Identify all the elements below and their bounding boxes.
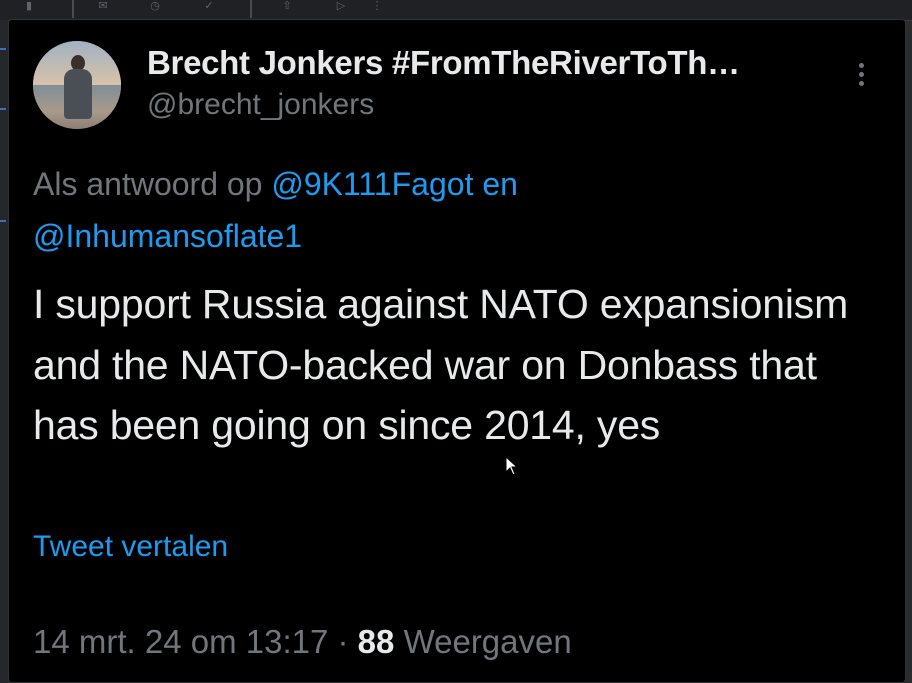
user-handle[interactable]: @brecht_jonkers xyxy=(147,88,374,122)
background-app-toolbar: ▮ ✉ ◷ ✓ ⇧ ▷ ⋮ xyxy=(0,0,912,21)
trash-icon: ▮ xyxy=(25,0,33,12)
screenshot-frame: ▮ ✉ ◷ ✓ ⇧ ▷ ⋮ Brecht Jonkers #FromTheRiv… xyxy=(0,0,912,683)
tweet-card[interactable]: Brecht Jonkers #FromTheRiverToTh… @brech… xyxy=(8,19,906,683)
mouse-pointer-icon xyxy=(505,456,519,476)
task-add-icon: ✓ xyxy=(204,0,214,12)
view-label: Weergaven xyxy=(403,623,572,660)
tweet-timestamp[interactable]: 14 mrt. 24 om 13:17 xyxy=(33,623,328,660)
reply-mention-link[interactable]: @9K111Fagot xyxy=(271,166,473,202)
meta-separator: · xyxy=(337,623,349,660)
mail-icon: ✉ xyxy=(98,0,108,12)
tweet-metadata: 14 mrt. 24 om 13:17 · 88 Weergaven xyxy=(33,623,572,661)
toolbar-divider xyxy=(250,0,252,18)
reply-prefix: Als antwoord op xyxy=(33,166,263,202)
display-name[interactable]: Brecht Jonkers #FromTheRiverToTh… xyxy=(147,44,740,82)
reply-mention-link[interactable]: @Inhumansoflate1 xyxy=(33,218,302,254)
reply-joiner: en xyxy=(482,166,518,202)
label-icon: ▷ xyxy=(336,0,346,12)
reply-context: Als antwoord op @9K111Fagot en @Inhumans… xyxy=(33,158,733,262)
view-count: 88 xyxy=(357,623,395,660)
translate-tweet-link[interactable]: Tweet vertalen xyxy=(33,530,228,564)
tweet-text: I support Russia against NATO expansioni… xyxy=(33,281,849,448)
toolbar-divider xyxy=(72,0,74,18)
avatar[interactable] xyxy=(33,41,121,129)
more-options-icon: ⋮ xyxy=(371,0,383,12)
move-icon: ⇧ xyxy=(282,0,292,12)
more-vertical-icon[interactable] xyxy=(847,60,875,96)
clock-icon: ◷ xyxy=(150,0,160,12)
